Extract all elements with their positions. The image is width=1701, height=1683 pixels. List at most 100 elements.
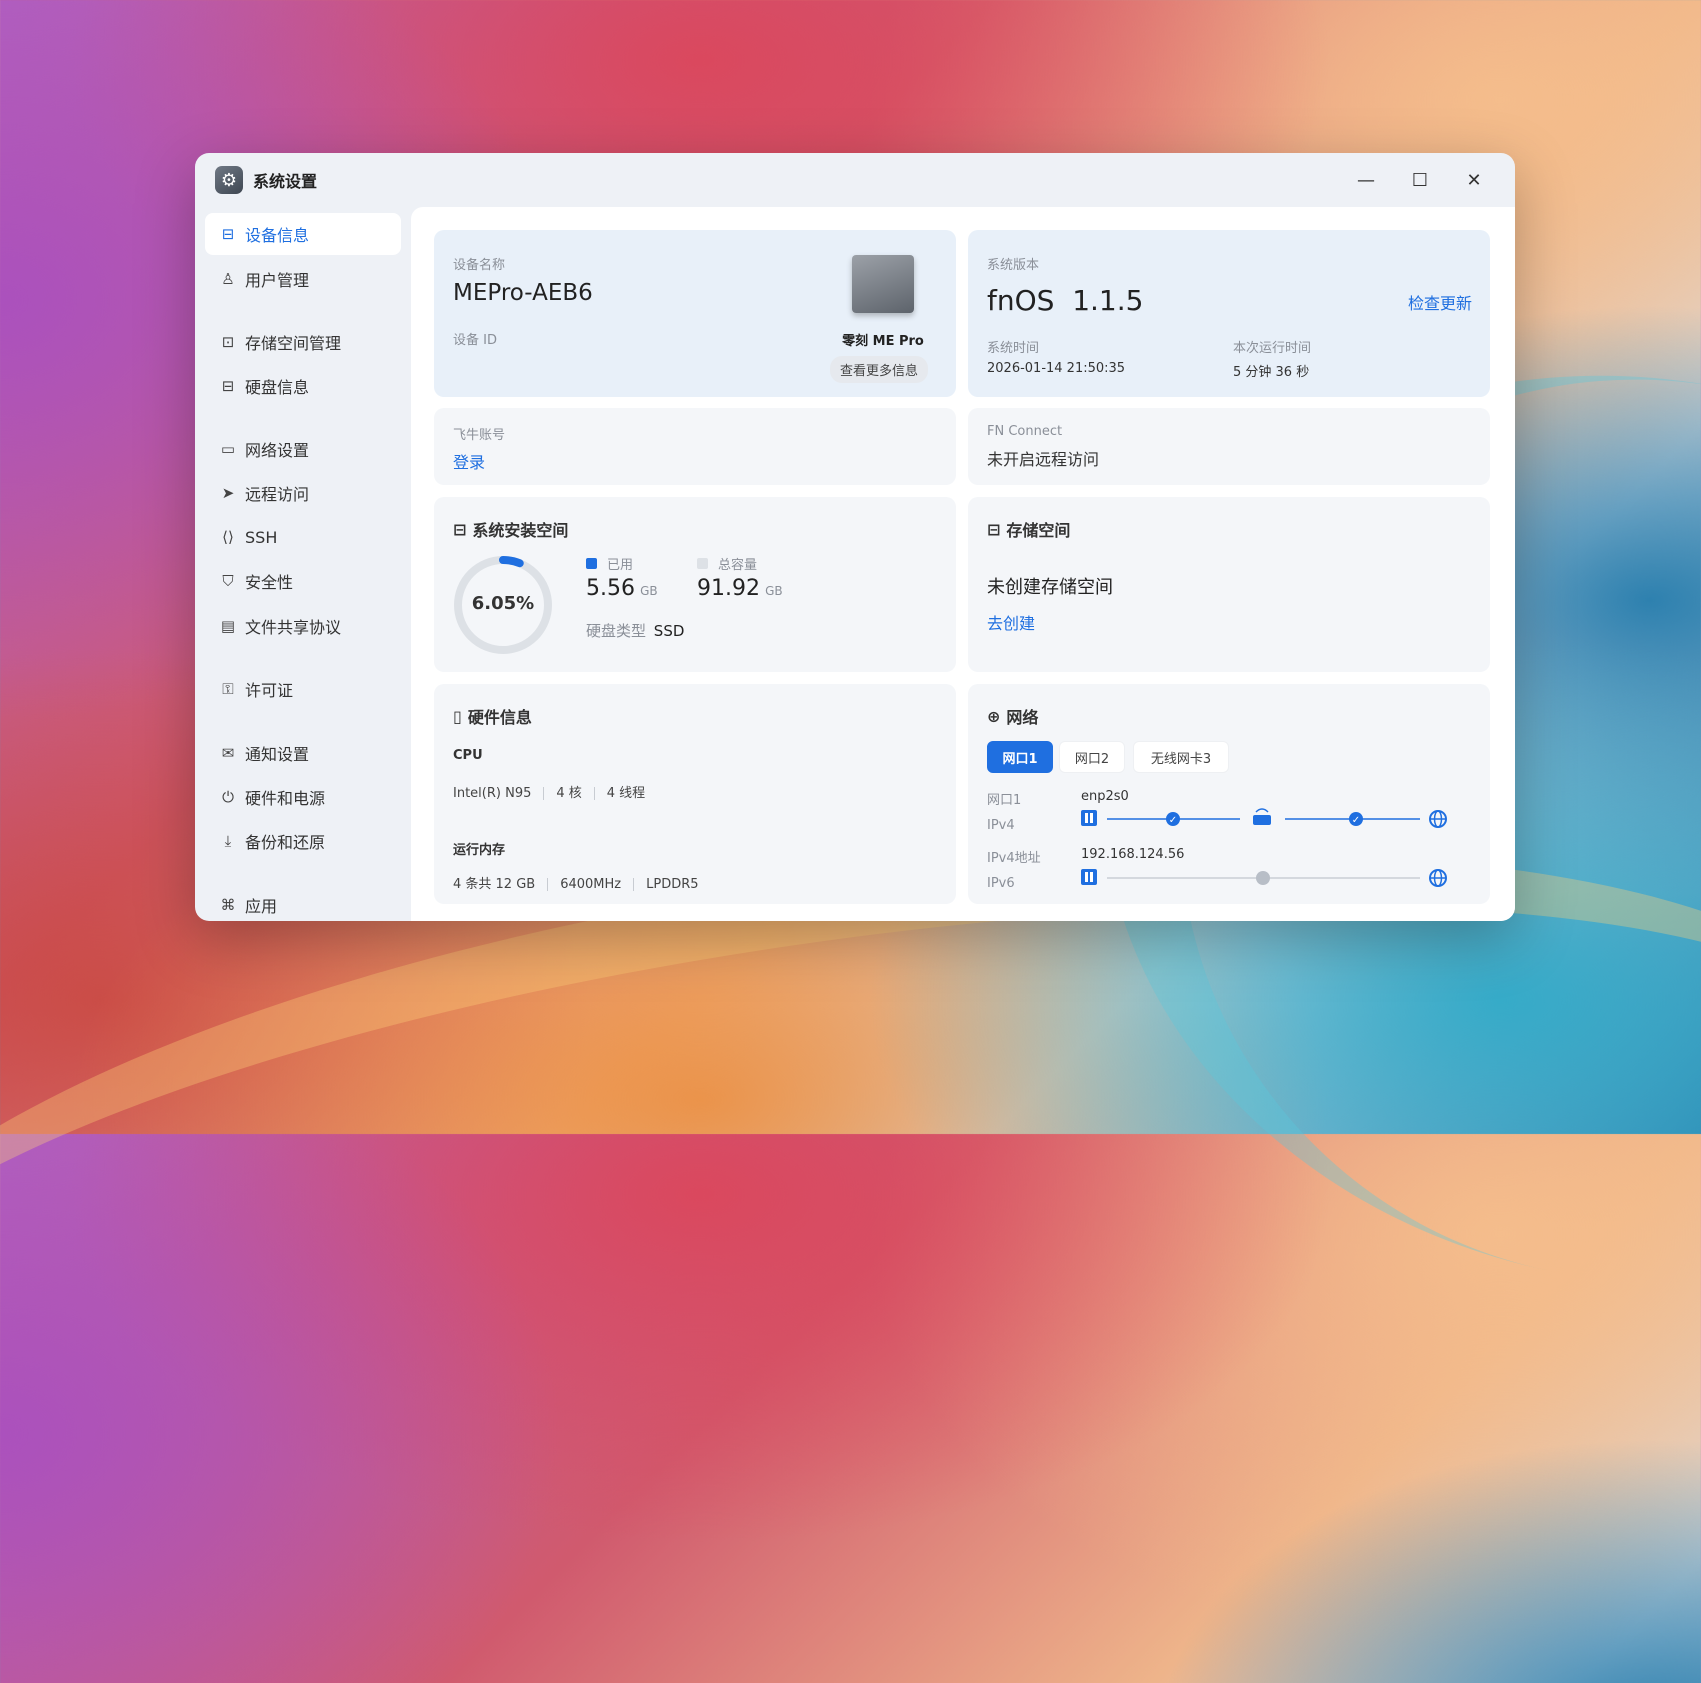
maximize-button[interactable]: ☐ xyxy=(1393,161,1447,199)
download-icon: ⤓ xyxy=(224,832,232,850)
sidebar-item-apps[interactable]: ⌘ 应用 xyxy=(205,884,401,921)
users-icon: ♙ xyxy=(221,270,235,288)
sidebar-item-disks[interactable]: ⊟ 硬盘信息 xyxy=(205,365,401,407)
create-storage-link[interactable]: 去创建 xyxy=(987,610,1035,634)
memory-label: 运行内存 xyxy=(453,843,506,858)
memory-slots: 4 条共 12 GB xyxy=(453,877,536,892)
login-link[interactable]: 登录 xyxy=(453,449,485,473)
hardware-card: ▯ 硬件信息 CPU Intel(R) N95 4 核 4 线程 运行内存 4 条共… xyxy=(434,684,956,904)
key-icon: ⚿ xyxy=(222,680,234,698)
port-label: 网口1 xyxy=(987,793,1022,808)
device-name-label: 设备名称 xyxy=(453,258,506,273)
sidebar-item-license[interactable]: ⚿ 许可证 xyxy=(205,668,401,710)
sidebar-item-label: 网络设置 xyxy=(245,441,310,460)
cpu-model: Intel(R) N95 xyxy=(453,786,532,801)
device-image xyxy=(852,255,914,313)
sidebar-item-label: 通知设置 xyxy=(245,745,310,764)
main-content: 设备名称 MEPro-AEB6 设备 ID 零刻 ME Pro 查看更多信息 系… xyxy=(411,207,1515,921)
install-space-card: ⊟ 系统安装空间 6.05% 已用 5.56 GB 总容量 91.92 GB 硬… xyxy=(434,497,956,672)
settings-window: ⚙ 系统设置 — ☐ ✕ ⊟ 设备信息 ♙ 用户管理 ⊡ 存储空间管理 ⊟ 硬盘… xyxy=(195,153,1515,921)
sidebar-item-label: 远程访问 xyxy=(245,485,310,504)
shield-icon: ⛉ xyxy=(222,572,234,590)
storage-icon: ⊡ xyxy=(221,333,235,351)
nas-icon xyxy=(1081,810,1097,826)
system-version-label: 系统版本 xyxy=(987,258,1040,273)
total-legend-swatch xyxy=(697,558,708,569)
tab-port-1[interactable]: 网口1 xyxy=(987,741,1053,773)
sidebar-item-label: 用户管理 xyxy=(245,271,310,290)
fn-connect-card: FN Connect 未开启远程访问 xyxy=(968,408,1490,485)
ipv4-address: 192.168.124.56 xyxy=(1081,847,1185,862)
system-time: 2026-01-14 21:50:35 xyxy=(987,361,1126,376)
sidebar-item-device-info[interactable]: ⊟ 设备信息 xyxy=(205,213,401,255)
uptime: 5 分钟 36 秒 xyxy=(1233,365,1310,380)
storage-status: 未创建存储空间 xyxy=(987,577,1113,598)
send-icon: ➤ xyxy=(221,484,235,502)
fn-connect-label: FN Connect xyxy=(987,424,1063,439)
sidebar-item-remote-access[interactable]: ➤ 远程访问 xyxy=(205,472,401,514)
disk-type: SSD xyxy=(653,622,685,640)
chip-icon: ▯ xyxy=(453,706,462,726)
account-label: 飞牛账号 xyxy=(453,428,506,443)
system-time-label: 系统时间 xyxy=(987,341,1040,356)
sidebar-item-ssh[interactable]: ⟨⟩ SSH xyxy=(205,516,401,558)
sidebar: ⊟ 设备信息 ♙ 用户管理 ⊡ 存储空间管理 ⊟ 硬盘信息 ▭ 网络设置 ➤ 远… xyxy=(195,207,411,921)
title-bar: ⚙ 系统设置 — ☐ ✕ xyxy=(195,153,1515,207)
sidebar-item-security[interactable]: ⛉ 安全性 xyxy=(205,560,401,602)
power-icon: ⏻ xyxy=(222,788,234,806)
device-card: 设备名称 MEPro-AEB6 设备 ID 零刻 ME Pro 查看更多信息 xyxy=(434,230,956,397)
drive-icon: ⊟ xyxy=(453,519,467,539)
sidebar-item-label: 硬盘信息 xyxy=(245,378,310,397)
cpu-cores: 4 核 xyxy=(556,786,582,801)
nas-icon xyxy=(1081,869,1097,885)
sidebar-item-label: 应用 xyxy=(245,897,278,916)
more-info-button[interactable]: 查看更多信息 xyxy=(830,356,929,383)
hardware-title: 硬件信息 xyxy=(467,708,532,727)
ipv4-label: IPv4 xyxy=(987,818,1015,833)
pending-icon xyxy=(1256,871,1270,885)
sidebar-item-hardware-power[interactable]: ⏻ 硬件和电源 xyxy=(205,776,401,818)
used-unit: GB xyxy=(640,584,658,598)
file-icon: ▤ xyxy=(220,617,236,635)
port-value: enp2s0 xyxy=(1081,789,1129,804)
close-button[interactable]: ✕ xyxy=(1447,161,1501,199)
terminal-icon: ⟨⟩ xyxy=(222,528,234,546)
tab-port-2[interactable]: 网口2 xyxy=(1059,741,1125,773)
globe-icon: ⊕ xyxy=(987,706,1001,726)
sidebar-item-label: SSH xyxy=(245,527,278,547)
check-update-link[interactable]: 检查更新 xyxy=(1408,290,1472,314)
total-unit: GB xyxy=(765,584,783,598)
total-label: 总容量 xyxy=(718,558,758,573)
sidebar-item-file-sharing[interactable]: ▤ 文件共享协议 xyxy=(205,605,401,647)
used-value: 5.56 xyxy=(586,576,635,601)
used-label: 已用 xyxy=(607,558,634,573)
sidebar-item-users[interactable]: ♙ 用户管理 xyxy=(205,258,401,300)
sidebar-item-label: 硬件和电源 xyxy=(245,789,326,808)
sidebar-item-notifications[interactable]: ✉ 通知设置 xyxy=(205,732,401,774)
window-title: 系统设置 xyxy=(253,172,318,191)
system-version: fnOS 1.1.5 xyxy=(987,284,1144,317)
network-card: ⊕ 网络 网口1 网口2 无线网卡3 网口1 enp2s0 IPv4 ✓ ✓ I… xyxy=(968,684,1490,904)
sidebar-item-label: 许可证 xyxy=(245,681,294,700)
svg-text:✓: ✓ xyxy=(1169,815,1177,826)
device-name: MEPro-AEB6 xyxy=(453,280,593,306)
apps-icon: ⌘ xyxy=(220,896,236,914)
minimize-button[interactable]: — xyxy=(1339,161,1393,199)
drive-icon: ⊟ xyxy=(221,225,235,243)
total-value: 91.92 xyxy=(697,576,760,601)
sidebar-item-backup[interactable]: ⤓ 备份和还原 xyxy=(205,820,401,862)
account-card: 飞牛账号 登录 xyxy=(434,408,956,485)
sidebar-item-network[interactable]: ▭ 网络设置 xyxy=(205,428,401,470)
ipv6-label: IPv6 xyxy=(987,876,1015,891)
cpu-threads: 4 线程 xyxy=(606,786,646,801)
memory-speed: 6400MHz xyxy=(560,877,622,892)
fn-connect-status: 未开启远程访问 xyxy=(987,450,1100,469)
tab-wireless-3[interactable]: 无线网卡3 xyxy=(1133,741,1229,773)
sidebar-item-storage[interactable]: ⊡ 存储空间管理 xyxy=(205,321,401,363)
sidebar-item-label: 备份和还原 xyxy=(245,833,326,852)
device-id-label: 设备 ID xyxy=(453,333,497,348)
network-icon: ▭ xyxy=(220,440,236,458)
disk-type-label: 硬盘类型 xyxy=(586,622,647,640)
ipv4-topology: ✓ ✓ xyxy=(1081,808,1447,828)
sidebar-item-label: 存储空间管理 xyxy=(245,334,342,353)
